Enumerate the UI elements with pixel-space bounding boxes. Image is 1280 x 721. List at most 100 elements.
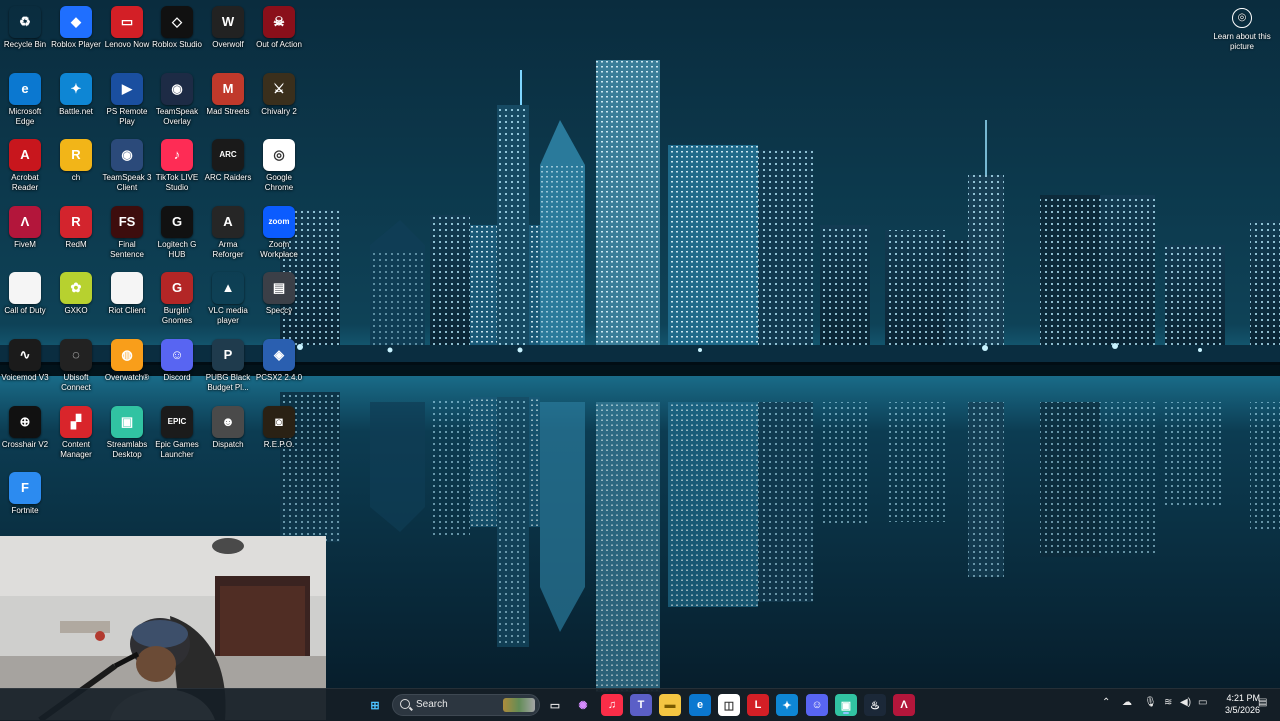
desktop-icon-epic-games[interactable]: EPIC Epic Games Launcher: [152, 402, 202, 468]
lenovo-now-icon: ▭: [111, 6, 143, 38]
tiktok-live-icon: ♪: [161, 139, 193, 171]
chrome-icon: ◎: [263, 139, 295, 171]
desktop-icon-content-manager[interactable]: ▞ Content Manager: [51, 402, 101, 468]
desktop-icon-streamlabs[interactable]: ▣ Streamlabs Desktop: [102, 402, 152, 468]
desktop-icon-vlc[interactable]: ▲ VLC media player: [203, 268, 253, 334]
apple-music-button[interactable]: ♫: [601, 694, 623, 716]
desktop-icon-voicemod[interactable]: ∿ Voicemod V3: [0, 335, 50, 401]
edge-taskbar-icon: e: [696, 699, 704, 711]
desktop-icon-edge[interactable]: e Microsoft Edge: [0, 69, 50, 135]
copilot-button[interactable]: ✺: [572, 694, 594, 716]
desktop-icon-overwatch[interactable]: ◍ Overwatch®: [102, 335, 152, 401]
desktop-icon-label: Streamlabs Desktop: [106, 440, 148, 459]
desktop-icon-arc-raiders[interactable]: ARC ARC Raiders: [203, 135, 253, 201]
desktop-icon-label: Chivalry 2: [261, 107, 297, 116]
desktop-icon-teamspeak-overlay[interactable]: ◉ TeamSpeak Overlay: [152, 69, 202, 135]
riot-client-icon: [111, 272, 143, 304]
desktop-icon-repo[interactable]: ◙ R.E.P.O.: [254, 402, 304, 468]
notification-icon[interactable]: ▤: [1258, 697, 1267, 708]
battlenet-taskbar-button[interactable]: ✦: [776, 694, 798, 716]
desktop-icon-ubisoft-connect[interactable]: ◌ Ubisoft Connect: [51, 335, 101, 401]
desktop-icon-logitech-g-hub[interactable]: G Logitech G HUB: [152, 202, 202, 268]
desktop-icon-speccy[interactable]: ▤ Speccy: [254, 268, 304, 334]
onedrive-icon[interactable]: ☁: [1122, 697, 1132, 708]
file-explorer-button[interactable]: ▬: [659, 694, 681, 716]
teams-button[interactable]: T: [630, 694, 652, 716]
teams-icon: T: [637, 699, 645, 711]
desktop-icon-label: Arma Reforger: [212, 240, 244, 259]
desktop-icon-label: R.E.P.O.: [263, 440, 295, 449]
search-placeholder: Search: [416, 699, 448, 710]
fortnite-icon: F: [9, 472, 41, 504]
wifi-icon[interactable]: ≋: [1164, 697, 1172, 708]
lenovo-button[interactable]: L: [747, 694, 769, 716]
desktop-icon-label: Dispatch: [212, 440, 244, 449]
desktop-icon-lenovo-now[interactable]: ▭ Lenovo Now: [102, 2, 152, 68]
desktop-icon-fivem[interactable]: Λ FiveM: [0, 202, 50, 268]
desktop-icon-gxko[interactable]: ✿ GXKO: [51, 268, 101, 334]
desktop-icon-label: Epic Games Launcher: [155, 440, 199, 459]
desktop-icon-acrobat-reader[interactable]: A Acrobat Reader: [0, 135, 50, 201]
desktop-icon-discord[interactable]: ☺ Discord: [152, 335, 202, 401]
desktop-icon-riot-client[interactable]: Riot Client: [102, 268, 152, 334]
desktop-icon-label: Mad Streets: [206, 107, 250, 116]
taskview-button[interactable]: ▭: [544, 694, 566, 716]
desktop-icon-tiktok-live[interactable]: ♪ TikTok LIVE Studio: [152, 135, 202, 201]
desktop-icon-pubg-black-budget[interactable]: P PUBG Black Budget Pl...: [203, 335, 253, 401]
desktop-icon-label: PUBG Black Budget Pl...: [205, 373, 251, 392]
desktop-icon-label: Crosshair V2: [1, 440, 49, 449]
learn-about-picture-button[interactable]: ◎ Learn about this picture: [1212, 8, 1272, 52]
start-button[interactable]: ⊞: [364, 694, 386, 716]
search-highlight-icon: [503, 698, 535, 712]
battlenet-taskbar-icon: ✦: [782, 699, 792, 712]
desktop-icon-overwolf[interactable]: W Overwolf: [203, 2, 253, 68]
desktop-icon-dispatch[interactable]: ☻ Dispatch: [203, 402, 253, 468]
teamspeak-overlay-icon: ◉: [161, 73, 193, 105]
desktop-icon-roblox-studio[interactable]: ◇ Roblox Studio: [152, 2, 202, 68]
lenovo-icon: L: [754, 699, 762, 711]
desktop-icon-recycle-bin[interactable]: ♻ Recycle Bin: [0, 2, 50, 68]
desktop-icon-call-of-duty[interactable]: Call of Duty: [0, 268, 50, 334]
desktop-icon-burglin-gnomes[interactable]: G Burglin' Gnomes: [152, 268, 202, 334]
desktop-icon-teamspeak-3[interactable]: ◉ TeamSpeak 3 Client: [102, 135, 152, 201]
microphone-icon[interactable]: 🎙: [1144, 697, 1157, 708]
desktop-icon-chrome[interactable]: ◎ Google Chrome: [254, 135, 304, 201]
store-button[interactable]: ◫: [718, 694, 740, 716]
arc-raiders-icon: ARC: [212, 139, 244, 171]
desktop-icon-pcsx2[interactable]: ◈ PCSX2 2.4.0: [254, 335, 304, 401]
desktop-icon-ps-remote-play[interactable]: ▶ PS Remote Play: [102, 69, 152, 135]
desktop-icon-fortnite[interactable]: F Fortnite: [0, 468, 50, 534]
clock-time: 4:21 PM: [1226, 693, 1260, 703]
desktop-icon-label: Content Manager: [60, 440, 92, 459]
search-box[interactable]: Search: [392, 694, 540, 716]
streamlabs-taskbar-button[interactable]: ▣: [835, 694, 857, 716]
copilot-icon: ✺: [578, 699, 588, 712]
desktop-icon-rockstar[interactable]: Rch: [51, 135, 101, 201]
desktop-icon-label: Zoom Workplace: [260, 240, 298, 259]
fivem-icon: Λ: [9, 206, 41, 238]
desktop-icon-label: RedM: [65, 240, 87, 249]
desktop-icon-mad-streets[interactable]: M Mad Streets: [203, 69, 253, 135]
desktop-icon-out-of-action[interactable]: ☠ Out of Action: [254, 2, 304, 68]
edge-taskbar-button[interactable]: e: [689, 694, 711, 716]
desktop-icon-chivalry-2[interactable]: ⚔ Chivalry 2: [254, 69, 304, 135]
discord-taskbar-button[interactable]: ☺: [806, 694, 828, 716]
mad-streets-icon: M: [212, 73, 244, 105]
desktop-icon-label: Fortnite: [11, 506, 39, 515]
desktop-icon-zoom[interactable]: zoom Zoom Workplace: [254, 202, 304, 268]
desktop-icon-redm[interactable]: R RedM: [51, 202, 101, 268]
final-sentence-icon: FS: [111, 206, 143, 238]
desktop-icon-battlenet[interactable]: ✦ Battle.net: [51, 69, 101, 135]
desktop-icon-final-sentence[interactable]: FS Final Sentence: [102, 202, 152, 268]
clock[interactable]: 4:21 PM 3/5/2026: [1212, 692, 1260, 716]
battery-icon[interactable]: ▭: [1198, 697, 1207, 708]
voicemod-icon: ∿: [9, 339, 41, 371]
content-manager-icon: ▞: [60, 406, 92, 438]
desktop-icon-crosshair-v2[interactable]: ⊕ Crosshair V2: [0, 402, 50, 468]
show-hidden-icons-chevron[interactable]: ⌃: [1102, 697, 1110, 708]
desktop-icon-roblox-player[interactable]: ◆ Roblox Player: [51, 2, 101, 68]
desktop-icon-arma-reforger[interactable]: A Arma Reforger: [203, 202, 253, 268]
volume-icon[interactable]: ◀): [1180, 697, 1191, 708]
fivem-taskbar-button[interactable]: Λ: [893, 694, 915, 716]
steam-button[interactable]: ♨: [864, 694, 886, 716]
